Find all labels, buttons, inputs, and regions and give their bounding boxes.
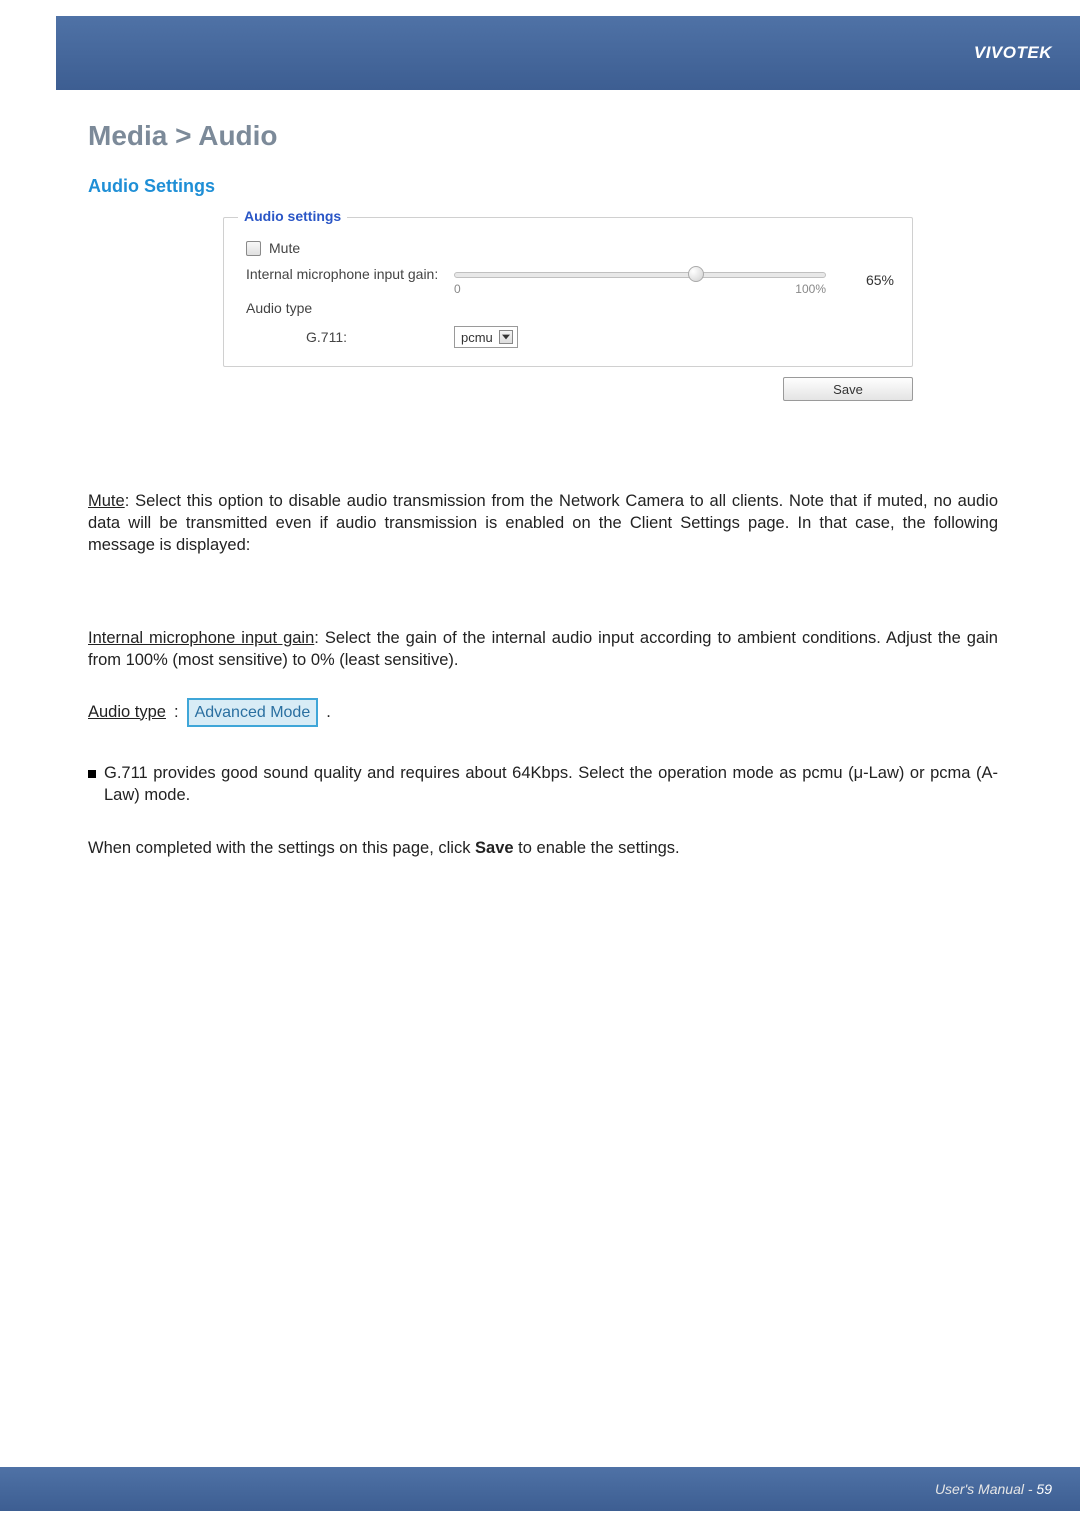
g711-row: G.711: pcmu	[246, 326, 894, 348]
gain-slider-scale: 0 100%	[454, 282, 826, 296]
mute-term: Mute	[88, 492, 125, 510]
save-button-label: Save	[833, 382, 863, 397]
audio-type-line: Audio type: Advanced Mode .	[88, 698, 998, 727]
g711-bullet: G.711 provides good sound quality and re…	[88, 763, 998, 807]
gain-slider-track	[454, 272, 826, 278]
gain-label: Internal microphone input gain:	[246, 266, 454, 282]
gain-value: 65%	[840, 272, 894, 288]
breadcrumb: Media > Audio	[88, 120, 998, 152]
save-button[interactable]: Save	[783, 377, 913, 401]
mute-row: Mute	[246, 240, 894, 256]
brand-label: VIVOTEK	[974, 43, 1052, 63]
audio-type-term: Audio type	[88, 702, 166, 724]
gain-max: 100%	[795, 282, 826, 296]
footer-page-number: 59	[1036, 1481, 1052, 1497]
mute-paragraph: Mute: Select this option to disable audi…	[88, 491, 998, 556]
bullet-icon	[88, 770, 96, 778]
mute-label: Mute	[269, 240, 300, 256]
advanced-mode-badge: Advanced Mode	[187, 698, 319, 727]
g711-label: G.711:	[246, 329, 454, 345]
chevron-down-icon	[499, 330, 513, 344]
gain-term: Internal microphone input gain	[88, 629, 314, 647]
final-line: When completed with the settings on this…	[88, 838, 998, 860]
document-page: VIVOTEK Media > Audio Audio Settings Aud…	[0, 0, 1080, 1527]
save-row: Save	[223, 377, 913, 401]
final-bold: Save	[475, 839, 514, 857]
g711-select[interactable]: pcmu	[454, 326, 518, 348]
footer-ribbon: User's Manual - 59	[0, 1467, 1080, 1511]
g711-bullet-text: G.711 provides good sound quality and re…	[104, 763, 998, 807]
audio-type-label: Audio type	[246, 300, 894, 316]
audio-settings-fieldset: Audio settings Mute Internal microphone …	[223, 217, 913, 367]
document-body: Mute: Select this option to disable audi…	[88, 491, 998, 860]
gain-row: Internal microphone input gain: 0 100% 6…	[246, 266, 894, 294]
gain-paragraph: Internal microphone input gain: Select t…	[88, 628, 998, 672]
final-pre: When completed with the settings on this…	[88, 839, 475, 857]
section-title: Audio Settings	[88, 176, 998, 197]
footer-label: User's Manual -	[935, 1481, 1036, 1497]
footer-text: User's Manual - 59	[935, 1481, 1052, 1497]
mute-desc: : Select this option to disable audio tr…	[88, 492, 998, 554]
gain-slider-block: 0 100% 65%	[454, 266, 894, 294]
mute-checkbox[interactable]	[246, 241, 261, 256]
gain-slider[interactable]: 0 100%	[454, 266, 826, 294]
fieldset-legend: Audio settings	[238, 208, 347, 224]
header-ribbon: VIVOTEK	[56, 16, 1080, 90]
g711-select-value: pcmu	[461, 330, 493, 345]
final-post: to enable the settings.	[514, 839, 680, 857]
gain-min: 0	[454, 282, 461, 296]
page-content: Media > Audio Audio Settings Audio setti…	[88, 120, 998, 860]
gain-slider-thumb[interactable]	[688, 266, 704, 282]
audio-settings-panel: Audio settings Mute Internal microphone …	[223, 217, 913, 367]
